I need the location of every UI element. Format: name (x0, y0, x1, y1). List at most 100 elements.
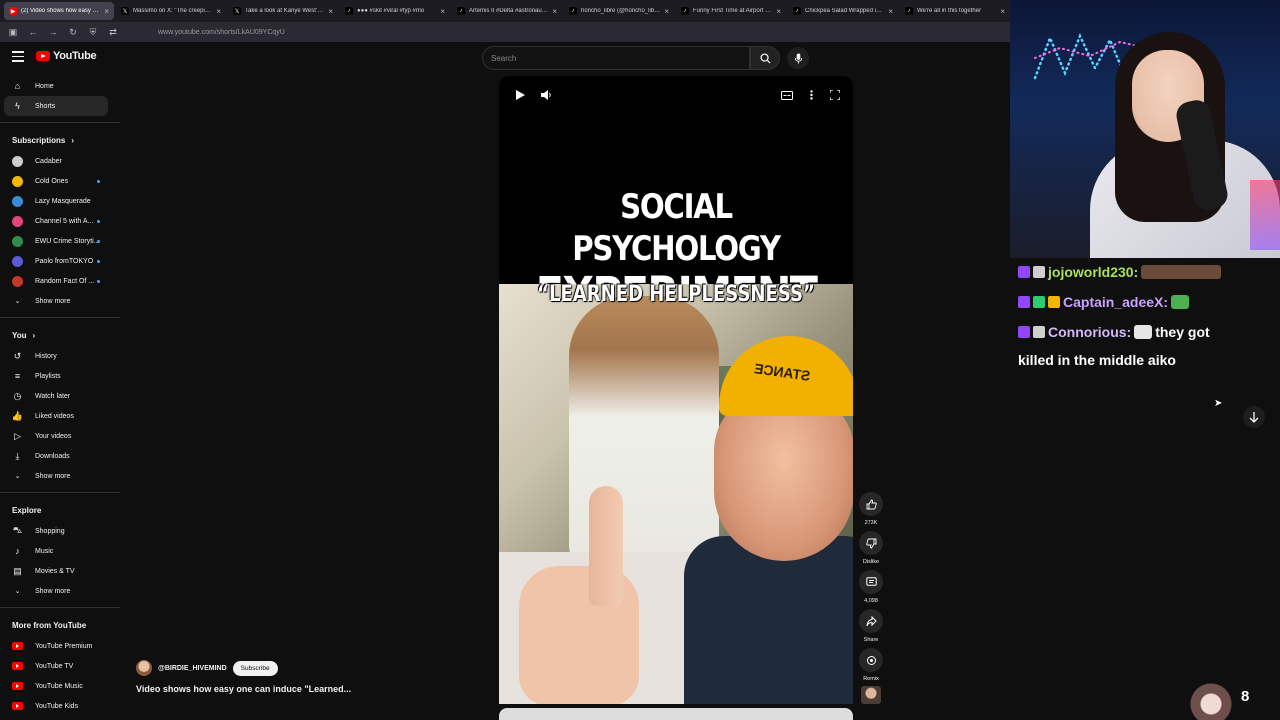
search-icon (759, 52, 771, 64)
fullscreen-icon[interactable] (828, 88, 842, 102)
sidebar-item-youtube-music[interactable]: YouTube Music (0, 676, 120, 696)
show-more-button[interactable]: ⌄ Show more (0, 581, 120, 601)
close-tab-icon[interactable]: × (440, 7, 445, 16)
sidebar-item-cold-ones[interactable]: Cold Ones (0, 171, 120, 191)
youtube-logo[interactable]: YouTube (36, 50, 97, 62)
sidebar-item-watch-later[interactable]: ◷ Watch later (0, 386, 120, 406)
url-field[interactable]: www.youtube.com/shorts/LkAU09YCqyU (158, 29, 285, 36)
browser-tab[interactable]: ♪ honcho_libre (@honcho_libre) · × (564, 2, 674, 20)
dislike-label: Dislike (862, 559, 880, 565)
share-button[interactable]: Share (859, 609, 883, 643)
reload-icon[interactable]: ↻ (68, 27, 78, 38)
like-count: 273K (864, 520, 878, 526)
sidebar-item-random-fact-of[interactable]: Random Fact Of ... (0, 271, 120, 291)
sidebar-item-movies-tv[interactable]: ▤ Movies & TV (0, 561, 120, 581)
browser-tab-bar: ▶ (2) Video shows how easy one × 𝕏 Massimo o… (0, 0, 1010, 22)
subscriber-badge-icon (1018, 326, 1030, 338)
new-content-dot (97, 219, 100, 223)
browser-address-bar: ▣ ← → ↻ ⛨ ⇄ www.youtube.com/shorts/LkAU0… (0, 22, 1010, 42)
back-icon[interactable]: ← (28, 27, 38, 37)
sidebar-item-downloads[interactable]: ⤓ Downloads (0, 446, 120, 466)
show-more-label: Show more (35, 297, 71, 305)
sidebar-item-label: Movies & TV (35, 567, 75, 575)
sidebar-item-paolo-fromtokyo[interactable]: Paolo fromTOKYO (0, 251, 120, 271)
short-caption[interactable]: Video shows how easy one can induce "Lea… (136, 684, 351, 694)
close-tab-icon[interactable]: × (1000, 7, 1005, 16)
sidebar-item-liked-videos[interactable]: 👍 Liked videos (0, 406, 120, 426)
sound-thumbnail[interactable] (859, 686, 883, 704)
sidebar-item-youtube-tv[interactable]: YouTube TV (0, 656, 120, 676)
chevron-down-icon: ⌄ (14, 473, 21, 480)
sidebar-item-label: Your videos (35, 432, 72, 440)
chat-username[interactable]: Connorious: (1048, 318, 1131, 346)
next-short-preview[interactable] (499, 708, 853, 720)
tab-title: Funny First Time at Airport Mo (693, 8, 773, 14)
chat-username[interactable]: jojoworld230: (1048, 258, 1138, 286)
youtube-logo-text: YouTube (53, 50, 97, 62)
browser-tab[interactable]: ♪ Artemis II #Delta #astronauts # × (452, 2, 562, 20)
channel-avatar (12, 255, 23, 267)
sidebar-item-home[interactable]: ⌂ Home (0, 76, 120, 96)
you-heading[interactable]: You › (0, 324, 120, 346)
sidebar-item-label: Cold Ones (35, 177, 69, 185)
tab-title: We're all in this together (917, 8, 982, 14)
forward-icon[interactable]: → (48, 27, 58, 37)
sidebar-item-your-videos[interactable]: ▷ Your videos (0, 426, 120, 446)
sidebar-item-ewu-crime-storyti[interactable]: EWU Crime Storyti... (0, 231, 120, 251)
video-icon: ▷ (14, 430, 21, 441)
search-button[interactable] (750, 46, 780, 70)
browser-tab[interactable]: ♪ Funny First Time at Airport Mo × (676, 2, 786, 20)
subscribe-button[interactable]: Subscribe (232, 660, 278, 676)
shorts-video-player[interactable]: SOCIAL PSYCHOLOGY EXPERIMENT STANCE “LEA… (499, 76, 853, 704)
tab-title: honcho_libre (@honcho_libre) · (581, 8, 661, 14)
sidebar-item-history[interactable]: ↺ History (0, 346, 120, 366)
sidebar-item-cadaber[interactable]: Cadaber (0, 151, 120, 171)
play-icon[interactable] (513, 88, 527, 102)
volume-icon[interactable] (539, 88, 553, 102)
close-tab-icon[interactable]: × (888, 7, 893, 16)
scroll-down-button[interactable] (1243, 406, 1265, 428)
channel-avatar[interactable] (136, 660, 152, 676)
sidebar-item-youtube-kids[interactable]: YouTube Kids (0, 696, 120, 716)
sidebar-item-lazy-masquerade[interactable]: Lazy Masquerade (0, 191, 120, 211)
close-tab-icon[interactable]: × (328, 7, 333, 16)
close-tab-icon[interactable]: × (216, 7, 221, 16)
menu-icon[interactable] (12, 51, 24, 63)
subscriptions-heading[interactable]: Subscriptions › (0, 129, 120, 151)
more-options-icon[interactable] (804, 88, 818, 102)
voice-search-button[interactable] (787, 47, 809, 69)
channel-handle[interactable]: @BIRDIE_HIVEMIND (158, 665, 227, 672)
show-more-button[interactable]: ⌄ Show more (0, 466, 120, 486)
dislike-button[interactable]: Dislike (859, 531, 883, 565)
chat-username[interactable]: Captain_adeeX: (1063, 288, 1168, 316)
browser-tab[interactable]: ♪ We're all in this together × (900, 2, 1010, 20)
shield-icon[interactable]: ⛨ (88, 27, 98, 38)
close-tab-icon[interactable]: × (552, 7, 557, 16)
close-tab-icon[interactable]: × (104, 7, 109, 16)
close-tab-icon[interactable]: × (776, 7, 781, 16)
like-button[interactable]: 273K (859, 492, 883, 526)
browser-tab[interactable]: 𝕏 Massimo on X: "The creepiest t × (116, 2, 226, 20)
browser-tab[interactable]: 𝕏 Take a look at Kanye West's lat × (228, 2, 338, 20)
sidebar-item-shorts[interactable]: ϟ Shorts (4, 96, 108, 116)
captions-icon[interactable] (780, 88, 794, 102)
browser-tab[interactable]: ♪ Chickpea Salad Wrapped in Pe × (788, 2, 898, 20)
show-more-button[interactable]: ⌄ Show more (0, 291, 120, 311)
streamer-webcam (1010, 0, 1280, 258)
permissions-icon[interactable]: ⇄ (108, 27, 118, 38)
channel-avatar (12, 175, 23, 187)
browser-tab[interactable]: ♪ ●●● #skit #viral #fyp #mo × (340, 2, 450, 20)
shorts-icon: ϟ (15, 101, 20, 111)
close-tab-icon[interactable]: × (664, 7, 669, 16)
browser-tab[interactable]: ▶ (2) Video shows how easy one × (4, 2, 114, 20)
sidebar-toggle-icon[interactable]: ▣ (8, 27, 18, 38)
sidebar-item-channel-5-with-a[interactable]: Channel 5 with A... (0, 211, 120, 231)
sidebar-item-shopping[interactable]: ⛍ Shopping (0, 521, 120, 541)
comments-button[interactable]: 4,098 (859, 570, 883, 604)
remix-button[interactable]: Remix (859, 648, 883, 682)
sidebar-item-label: Playlists (35, 372, 61, 380)
sidebar-item-music[interactable]: ♪ Music (0, 541, 120, 561)
search-input[interactable]: Search (482, 46, 750, 70)
sidebar-item-playlists[interactable]: ≡ Playlists (0, 366, 120, 386)
sidebar-item-youtube-premium[interactable]: YouTube Premium (0, 636, 120, 656)
